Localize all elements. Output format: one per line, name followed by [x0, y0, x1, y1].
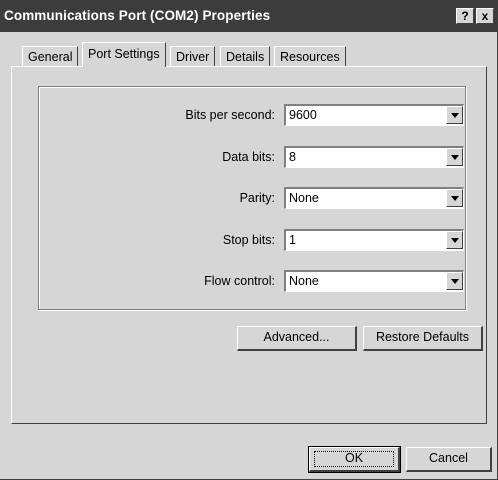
stop-bits-dropdown-button[interactable]: [446, 231, 463, 249]
flow-control-value: None: [289, 274, 319, 288]
flow-control-label: Flow control:: [204, 274, 275, 288]
tab-details[interactable]: Details: [220, 46, 271, 67]
cancel-button[interactable]: Cancel: [406, 447, 492, 472]
restore-defaults-button[interactable]: Restore Defaults: [363, 326, 483, 351]
data-bits-dropdown-button[interactable]: [446, 148, 463, 166]
stop-bits-label: Stop bits:: [222, 233, 275, 247]
properties-dialog: Communications Port (COM2) Properties ? …: [0, 0, 498, 480]
bits-per-second-value: 9600: [289, 108, 317, 122]
tab-general[interactable]: General: [22, 46, 79, 67]
ok-button-label: OK: [344, 451, 364, 465]
advanced-button[interactable]: Advanced...: [237, 326, 357, 351]
chevron-down-icon: [451, 113, 459, 118]
close-button[interactable]: x: [476, 8, 494, 24]
stop-bits-select[interactable]: 1: [284, 229, 464, 251]
bits-per-second-select[interactable]: 9600: [284, 104, 464, 126]
data-bits-label: Data bits:: [222, 150, 275, 164]
tab-port-settings[interactable]: Port Settings: [82, 42, 166, 67]
close-icon: x: [481, 9, 489, 23]
data-bits-value: 8: [289, 150, 296, 164]
bits-per-second-dropdown-button[interactable]: [446, 106, 463, 124]
cancel-button-label: Cancel: [429, 451, 468, 465]
parity-select[interactable]: None: [284, 187, 464, 209]
parity-dropdown-button[interactable]: [446, 189, 463, 207]
chevron-down-icon: [451, 155, 459, 160]
chevron-down-icon: [451, 196, 459, 201]
window-title: Communications Port (COM2) Properties: [4, 8, 271, 23]
flow-control-dropdown-button[interactable]: [446, 272, 463, 290]
tab-driver[interactable]: Driver: [170, 46, 216, 67]
restore-defaults-button-label: Restore Defaults: [375, 330, 470, 344]
parity-label: Parity:: [239, 191, 275, 205]
tab-resources[interactable]: Resources: [274, 46, 346, 67]
help-button[interactable]: ?: [456, 8, 474, 24]
flow-control-select[interactable]: None: [284, 270, 464, 292]
bits-per-second-label: Bits per second:: [185, 108, 275, 122]
advanced-button-label: Advanced...: [263, 330, 330, 344]
title-bar[interactable]: Communications Port (COM2) Properties ? …: [0, 0, 498, 32]
parity-value: None: [289, 191, 319, 205]
data-bits-select[interactable]: 8: [284, 146, 464, 168]
ok-button[interactable]: OK: [308, 446, 401, 473]
chevron-down-icon: [451, 279, 459, 284]
chevron-down-icon: [451, 238, 459, 243]
question-mark-icon: ?: [461, 9, 469, 23]
stop-bits-value: 1: [289, 233, 296, 247]
